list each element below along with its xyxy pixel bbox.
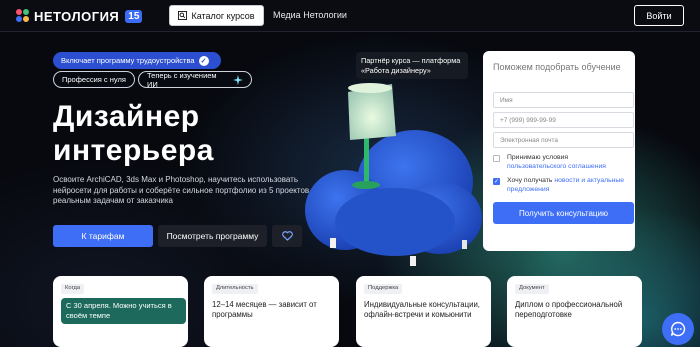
title-line-1: Дизайнер [53, 100, 200, 133]
info-card-duration: Длительность 12–14 месяцев — зависит от … [204, 276, 339, 347]
sparkle-icon [233, 74, 243, 85]
site-header: НЕТОЛОГИЯ 15 Каталог курсов Медиа Нетоло… [0, 0, 700, 32]
chat-icon [670, 321, 686, 337]
card-tag: Документ [515, 284, 549, 294]
news-checkbox[interactable]: ✓ [493, 178, 500, 185]
partner-line-2: «Работа дизайнеру» [361, 65, 431, 75]
tariff-button[interactable]: К тарифам [53, 225, 153, 247]
employment-badge-label: Включает программу трудоустройства [61, 56, 195, 65]
card-tag: Когда [61, 284, 85, 294]
get-consultation-button[interactable]: Получить консультацию [493, 202, 634, 224]
logo[interactable]: НЕТОЛОГИЯ 15 [16, 6, 143, 26]
ai-badge-label: Теперь с изучением ИИ [147, 70, 217, 89]
logo-badge: 15 [125, 9, 143, 23]
info-card-when: Когда С 30 апреля. Можно учиться в своём… [53, 276, 188, 347]
catalog-button[interactable]: Каталог курсов [169, 5, 264, 26]
employment-badge: Включает программу трудоустройства ✓ [53, 52, 221, 69]
logo-mark-icon [16, 9, 30, 23]
news-label: Хочу получать [507, 177, 553, 184]
check-icon: ✓ [198, 55, 209, 66]
email-field[interactable]: Электронная почта [493, 132, 634, 148]
card-text: Индивидуальные консультации, офлайн-встр… [364, 300, 480, 319]
card-text: Диплом о профессиональной переподготовке [515, 300, 623, 319]
armchair-illustration [305, 83, 482, 266]
course-description: Освоите ArchiCAD, 3ds Max и Photoshop, н… [53, 175, 321, 205]
form-title: Поможем подобрать обучение [493, 62, 621, 72]
name-field[interactable]: Имя [493, 92, 634, 108]
logo-text: НЕТОЛОГИЯ [34, 8, 120, 24]
consent-label: Принимаю условия [507, 154, 569, 161]
title-line-2: интерьера [53, 134, 214, 167]
partner-tooltip: Партнёр курса — платформа «Работа дизайн… [356, 52, 468, 79]
favorite-button[interactable] [272, 225, 302, 247]
login-button[interactable]: Войти [634, 5, 684, 26]
card-tag: Поддержка [364, 284, 403, 294]
page-title: Дизайнер интерьера [53, 100, 214, 168]
consent-checkbox[interactable] [493, 155, 500, 162]
user-agreement-link[interactable]: пользовательского соглашения [507, 163, 606, 170]
info-card-support: Поддержка Индивидуальные консультации, о… [356, 276, 491, 347]
news-text: Хочу получать новости и актуальные предл… [507, 177, 627, 194]
card-tag: Длительность [212, 284, 258, 294]
card-text: 12–14 месяцев — зависит от программы [212, 300, 317, 319]
ai-badge: Теперь с изучением ИИ [138, 70, 252, 89]
view-program-button[interactable]: Посмотреть программу [158, 225, 267, 247]
info-card-document: Документ Диплом о профессиональной переп… [507, 276, 642, 347]
card-text: С 30 апреля. Можно учиться в своём темпе [61, 298, 186, 324]
consultation-form: Поможем подобрать обучение Имя +7 (999) … [483, 51, 635, 251]
catalog-label: Каталог курсов [191, 10, 255, 21]
chat-button[interactable] [662, 313, 694, 345]
consent-text: Принимаю условия пользовательского согла… [507, 154, 627, 171]
heart-icon [281, 231, 293, 241]
media-link[interactable]: Медиа Нетологии [273, 10, 347, 20]
partner-line-1: Партнёр курса — платформа [361, 56, 461, 65]
phone-field[interactable]: +7 (999) 999-99-99 [493, 112, 634, 128]
search-icon [178, 11, 188, 20]
profession-badge: Профессия с нуля [53, 71, 135, 88]
